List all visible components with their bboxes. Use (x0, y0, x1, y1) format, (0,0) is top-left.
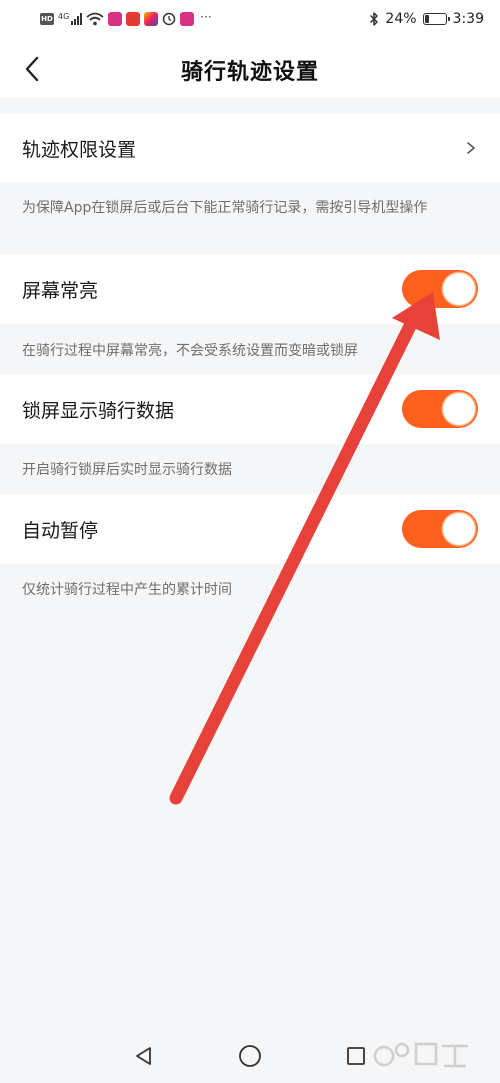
app-notification-icon (180, 12, 195, 26)
app-notification-icon (126, 12, 141, 26)
auto-pause-row: 自动暂停 (0, 494, 500, 564)
watermark-logo (373, 1042, 468, 1068)
status-bar: HD 4G ··· 24% 3:39 (0, 0, 500, 40)
lockscreen-data-row: 锁屏显示骑行数据 (0, 374, 500, 444)
nav-home-button[interactable] (236, 1042, 264, 1070)
auto-pause-note: 仅统计骑行过程中产生的累计时间 (22, 582, 232, 598)
app-notification-icon (144, 12, 159, 26)
lockscreen-data-toggle[interactable] (402, 390, 478, 428)
nav-back-button[interactable] (130, 1042, 158, 1070)
screen-on-row: 屏幕常亮 (0, 254, 500, 324)
signal-icon (71, 13, 83, 25)
auto-pause-label: 自动暂停 (22, 519, 99, 542)
network-type: 4G (58, 11, 70, 21)
screen-on-toggle[interactable] (402, 270, 478, 308)
lockscreen-data-note: 开启骑行锁屏后实时显示骑行数据 (22, 462, 232, 478)
location-clock-icon (163, 12, 176, 26)
status-icons-left: HD 4G ··· (40, 9, 212, 29)
wifi-icon (86, 12, 104, 26)
chevron-right-icon (467, 142, 475, 154)
track-permission-note: 为保障App在锁屏后或后台下能正常骑行记录，需按引导机型操作 (22, 200, 428, 216)
track-permission-label: 轨迹权限设置 (22, 138, 137, 161)
auto-pause-toggle[interactable] (402, 510, 478, 548)
toggle-knob (443, 513, 475, 545)
toggle-knob (443, 393, 475, 425)
triangle-back-icon (136, 1047, 151, 1065)
screen-on-label: 屏幕常亮 (22, 279, 99, 302)
clock-time: 3:39 (452, 11, 484, 27)
circle-home-icon (239, 1045, 261, 1067)
battery-percent: 24% (385, 11, 417, 27)
battery-icon (422, 13, 450, 25)
toggle-knob (443, 273, 475, 305)
screen-on-note: 在骑行过程中屏幕常亮，不会受系统设置而变暗或锁屏 (22, 343, 358, 359)
more-notifications-icon: ··· (200, 10, 212, 24)
track-permission-row[interactable]: 轨迹权限设置 (0, 114, 500, 182)
bluetooth-icon (370, 12, 379, 26)
square-recents-icon (347, 1047, 365, 1065)
hd-badge: HD (40, 13, 54, 25)
page-title: 骑行轨迹设置 (180, 60, 319, 85)
status-icons-right: 24% 3:39 (369, 9, 484, 29)
lockscreen-data-label: 锁屏显示骑行数据 (22, 399, 175, 422)
title-bar: 骑行轨迹设置 (0, 40, 500, 98)
app-notification-icon (108, 12, 123, 26)
